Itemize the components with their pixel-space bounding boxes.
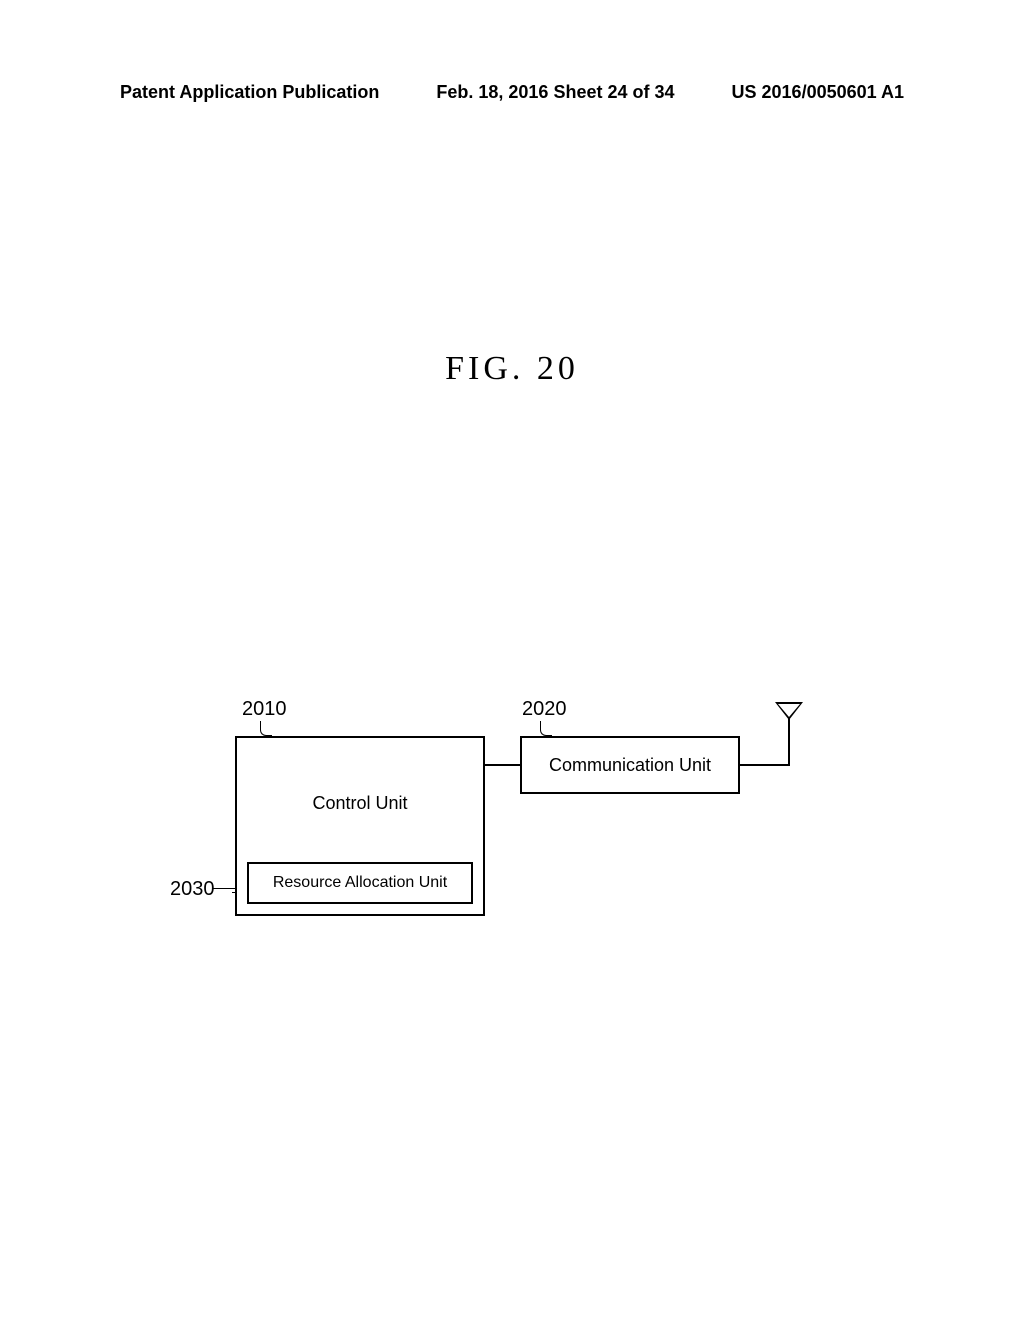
resource-allocation-label: Resource Allocation Unit <box>273 874 447 892</box>
publication-type: Patent Application Publication <box>120 82 379 103</box>
patent-number: US 2016/0050601 A1 <box>732 82 904 103</box>
reference-numeral-2010: 2010 <box>242 698 287 721</box>
leader-line-2030 <box>213 888 235 889</box>
block-diagram: 2010 2020 2030 Control Unit Resource All… <box>175 698 875 978</box>
date-sheet-info: Feb. 18, 2016 Sheet 24 of 34 <box>436 82 674 103</box>
control-unit-label: Control Unit <box>312 793 407 814</box>
communication-unit-label: Communication Unit <box>549 755 711 776</box>
antenna-pole <box>788 716 790 766</box>
leader-line-2010 <box>260 721 272 736</box>
antenna-connector <box>740 764 790 766</box>
resource-allocation-block: Resource Allocation Unit <box>247 862 473 904</box>
communication-unit-block: Communication Unit <box>520 736 740 794</box>
connector-line <box>485 764 520 766</box>
leader-line-2020 <box>540 721 552 736</box>
control-unit-block: Control Unit Resource Allocation Unit <box>235 736 485 916</box>
reference-numeral-2020: 2020 <box>522 698 567 721</box>
figure-title: FIG. 20 <box>445 350 579 388</box>
antenna-icon <box>775 702 803 720</box>
reference-numeral-2030: 2030 <box>170 878 215 901</box>
patent-header: Patent Application Publication Feb. 18, … <box>0 82 1024 103</box>
